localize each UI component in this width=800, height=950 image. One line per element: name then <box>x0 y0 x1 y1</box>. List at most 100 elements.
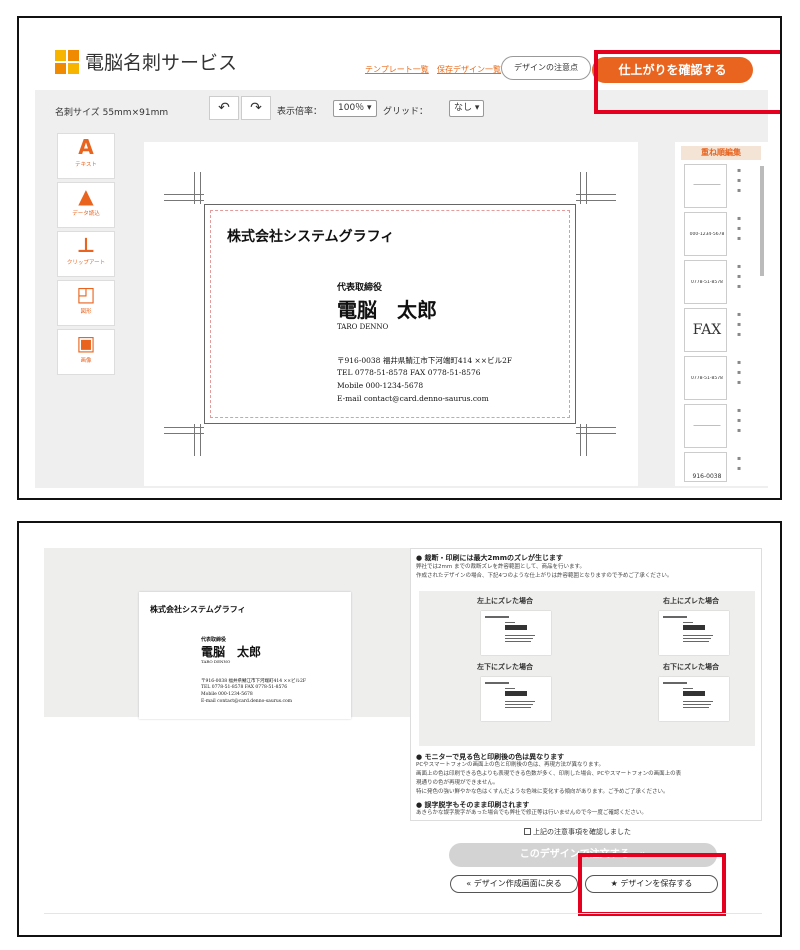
text-icon: A <box>78 135 94 159</box>
shift-preview-top-right <box>659 611 729 655</box>
lock-icon[interactable]: ▪ <box>735 166 743 176</box>
lock-icon[interactable]: ▪ <box>735 262 743 272</box>
preview-mobile: Mobile 000-1234-5678 <box>201 692 253 697</box>
layer-preview: 0778-51-8578 <box>691 376 723 381</box>
logo-icon <box>55 49 79 74</box>
lock-icon[interactable]: ▪ <box>735 406 743 416</box>
card-tel-fax[interactable]: TEL 0778-51-8578 FAX 0778-51-8576 <box>337 368 481 377</box>
layer-controls: ▪ ▪ ▪ <box>735 406 743 436</box>
layer-controls: ▪ ▪ <box>735 454 743 474</box>
layer-preview: 916-0038 <box>692 473 722 480</box>
divider <box>44 913 762 914</box>
redo-icon[interactable]: ↷ <box>241 96 271 120</box>
lock-icon[interactable]: ▪ <box>735 358 743 368</box>
card-email[interactable]: E-mail contact@card.denno-saurus.com <box>337 394 489 403</box>
app-logo[interactable]: 電脳名刺サービス <box>55 48 237 75</box>
shift-label-top-left: 左上にズレた場合 <box>477 597 533 605</box>
lock-icon[interactable]: ▪ <box>735 454 743 464</box>
zoom-select[interactable]: 100％ ▾ <box>333 100 377 117</box>
tool-label: データ読込 <box>72 211 100 217</box>
layer-controls: ▪ ▪ ▪ <box>735 310 743 340</box>
copy-icon[interactable]: ▪ <box>735 416 743 426</box>
trash-icon[interactable]: ▪ <box>735 282 743 292</box>
preview-address: 〒916-0038 福井県鯖江市下河端町414 ××ビル2F <box>201 679 307 684</box>
layer-controls: ▪ ▪ ▪ <box>735 262 743 292</box>
trash-icon[interactable]: ▪ <box>735 186 743 196</box>
zoom-label: 表示倍率： <box>277 107 323 117</box>
card-title[interactable]: 代表取締役 <box>337 280 382 293</box>
note-text: 弊社では2mm までの裁断ズレを許容範囲として、商品を行います。 <box>416 564 585 570</box>
layer-item[interactable]: 0778-51-8578 <box>684 260 727 304</box>
tool-image[interactable]: ▣ 画像 <box>57 329 115 375</box>
image-icon: ▣ <box>76 331 96 355</box>
preview-title: 代表取締役 <box>201 637 227 643</box>
confirm-checkbox-row[interactable]: 上記の注意事項を確認しました <box>524 827 631 837</box>
back-to-editor-button[interactable]: « デザイン作成画面に戻る <box>450 875 578 893</box>
highlight-box-save <box>578 853 726 916</box>
design-canvas[interactable]: 株式会社システムグラフィ 代表取締役 電脳 太郎 TARO DENNO 〒916… <box>144 142 638 486</box>
tool-data-import[interactable]: ▲ データ読込 <box>57 182 115 228</box>
confirm-screenshot-panel: 株式会社システムグラフィ 代表取締役 電脳 太郎 TARO DENNO 〒916… <box>17 521 782 937</box>
print-notes: ● 裁断・印刷には最大2mmのズレが生じます 弊社では2mm までの裁断ズレを許… <box>410 548 762 821</box>
layer-order-title: 重ね順編集 <box>681 146 761 160</box>
templates-link[interactable]: テンプレート一覧 <box>365 64 429 75</box>
trash-icon[interactable]: ▪ <box>735 234 743 244</box>
stamp-icon: ⊥ <box>76 233 96 257</box>
shift-examples: 左上にズレた場合 右上にズレた場合 左下にズレた場合 右下にズレた場合 <box>419 591 755 746</box>
layer-item[interactable]: 916-0038 <box>684 452 727 482</box>
note-text: あきらかな誤字脱字があった場合でも弊社で修正等は行いませんので今一度ご確認くださ… <box>416 810 647 816</box>
trash-icon[interactable]: ▪ <box>735 426 743 436</box>
copy-icon[interactable]: ▪ <box>735 272 743 282</box>
grid-label: グリッド： <box>383 107 429 117</box>
card-size-label: 名刺サイズ 55mm×91mm <box>55 108 169 118</box>
shift-preview-bottom-left <box>481 677 551 721</box>
layer-preview: 0778-51-8578 <box>691 280 723 285</box>
tool-clipart[interactable]: ⊥ クリップアート <box>57 231 115 277</box>
confirm-checkbox[interactable] <box>524 828 531 835</box>
shift-label-top-right: 右上にズレた場合 <box>663 597 719 605</box>
copy-icon[interactable]: ▪ <box>735 464 743 474</box>
undo-icon[interactable]: ↶ <box>209 96 239 120</box>
saved-designs-link[interactable]: 保存デザイン一覧 <box>437 64 501 75</box>
lock-icon[interactable]: ▪ <box>735 310 743 320</box>
shift-label-bottom-left: 左下にズレた場合 <box>477 663 533 671</box>
trash-icon[interactable]: ▪ <box>735 378 743 388</box>
layer-preview: ―――――― <box>693 424 721 429</box>
note-heading-cut: ● 裁断・印刷には最大2mmのズレが生じます <box>416 554 564 562</box>
note-text: 画面上の色は印刷できる色よりも表現できる色数が多く、印刷した場合、PCやスマート… <box>416 771 682 777</box>
trash-icon[interactable]: ▪ <box>735 330 743 340</box>
card-company[interactable]: 株式会社システムグラフィ <box>227 226 394 246</box>
copy-icon[interactable]: ▪ <box>735 176 743 186</box>
grid-select[interactable]: なし ▾ <box>449 100 485 117</box>
preview-company: 株式会社システムグラフィ <box>150 604 246 614</box>
layer-scrollbar[interactable] <box>760 166 764 276</box>
card-mobile[interactable]: Mobile 000-1234-5678 <box>337 381 423 390</box>
layer-item[interactable]: 000-1234-5678 <box>684 212 727 256</box>
copy-icon[interactable]: ▪ <box>735 368 743 378</box>
layer-item[interactable]: FAX <box>684 308 727 352</box>
layer-preview: ―――――― <box>693 183 721 188</box>
shape-icon: ◰ <box>76 282 96 306</box>
layer-item[interactable]: ―――――― <box>684 404 727 448</box>
layer-item[interactable]: ―――――― <box>684 164 727 208</box>
tool-label: 図形 <box>80 309 92 315</box>
tool-label: テキスト <box>75 162 97 168</box>
copy-icon[interactable]: ▪ <box>735 224 743 234</box>
design-notice-button[interactable]: デザインの注意点 <box>501 56 591 80</box>
layer-order-panel: 重ね順編集 ―――――― ▪ ▪ ▪ 000-1234-5678 ▪ ▪ ▪ 0778-… <box>675 142 768 486</box>
shift-preview-bottom-right <box>659 677 729 721</box>
lock-icon[interactable]: ▪ <box>735 214 743 224</box>
shift-preview-top-left <box>481 611 551 655</box>
card-address[interactable]: 〒916-0038 福井県鯖江市下河端町414 ××ビル2F <box>337 355 512 366</box>
highlight-box-confirm <box>594 50 780 114</box>
layer-item[interactable]: 0778-51-8578 <box>684 356 727 400</box>
layer-controls: ▪ ▪ ▪ <box>735 214 743 244</box>
tool-label: クリップアート <box>66 260 106 266</box>
card-name-en[interactable]: TARO DENNO <box>337 323 388 331</box>
tool-text[interactable]: A テキスト <box>57 133 115 179</box>
tool-shape[interactable]: ◰ 図形 <box>57 280 115 326</box>
layer-preview: FAX <box>692 322 722 338</box>
note-text: PCやスマートフォンの画面上の色と印刷後の色は、再現方法が異なります。 <box>416 762 604 768</box>
copy-icon[interactable]: ▪ <box>735 320 743 330</box>
card-name[interactable]: 電脳 太郎 <box>337 294 437 323</box>
